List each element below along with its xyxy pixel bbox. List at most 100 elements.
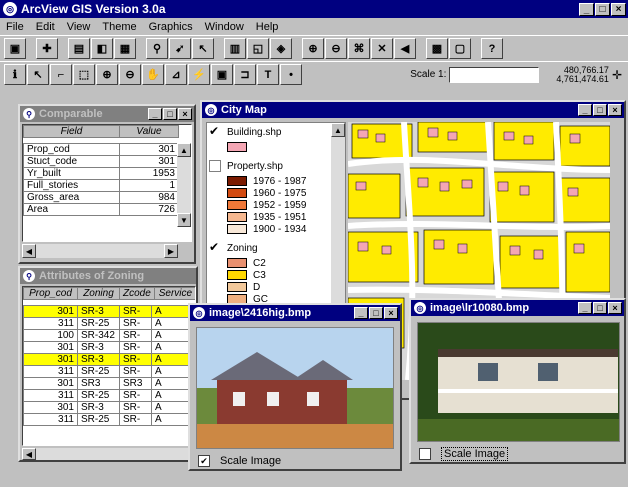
table-row[interactable]: 301 SR-3 SR- A <box>23 304 195 318</box>
checkmark-icon[interactable]: ✔ <box>209 125 221 138</box>
scroll-up-icon[interactable]: ▲ <box>331 123 345 137</box>
save-button[interactable]: ▣ <box>4 38 26 59</box>
select-feature-tool[interactable]: ⬚ <box>73 64 95 85</box>
table-row[interactable]: Prop_cod 301 <box>23 143 179 156</box>
checkmark-icon[interactable]: ✔ <box>209 241 221 254</box>
layout-button[interactable]: ▩ <box>426 38 448 59</box>
close-button[interactable]: × <box>611 2 626 16</box>
menu-help[interactable]: Help <box>256 21 279 33</box>
image2-minimize[interactable]: _ <box>578 302 592 314</box>
image2-maximize[interactable]: □ <box>593 302 607 314</box>
find-button[interactable]: ⚲ <box>146 38 168 59</box>
comparable-titlebar[interactable]: ⚲ Comparable _ □ × <box>20 106 194 122</box>
scale-image-checkbox-1[interactable]: ✔ <box>198 455 210 467</box>
zoom-previous-button[interactable]: ◀ <box>394 38 416 59</box>
pointer-tool[interactable]: ↖ <box>27 64 49 85</box>
label-tool[interactable]: ⊐ <box>234 64 256 85</box>
add-theme-button[interactable]: ✚ <box>36 38 58 59</box>
table-row[interactable]: 301 SR-3 SR- A <box>23 400 195 414</box>
clear-selection-button[interactable]: ✕ <box>371 38 393 59</box>
theme-zoning[interactable]: ✔ Zoning <box>207 239 345 257</box>
locate-button[interactable]: ➹ <box>169 38 191 59</box>
table-row[interactable]: 311 SR-25 SR- A <box>23 388 195 402</box>
edit-legend-button[interactable]: ◧ <box>91 38 113 59</box>
scale-image-checkbox-2[interactable] <box>419 448 431 460</box>
zoom-out-button[interactable]: ⊖ <box>325 38 347 59</box>
table-row[interactable]: 311 SR-25 SR- A <box>23 364 195 378</box>
image1-maximize[interactable]: □ <box>369 307 383 319</box>
col-field[interactable]: Field <box>23 125 120 138</box>
image1-close[interactable]: × <box>384 307 398 319</box>
menu-graphics[interactable]: Graphics <box>149 21 193 33</box>
table-row[interactable]: 301 SR3 SR3 A <box>23 376 195 390</box>
scale-input[interactable] <box>449 66 540 83</box>
city-map-minimize[interactable]: _ <box>578 104 592 116</box>
table-row[interactable]: Gross_area 984 <box>23 191 179 204</box>
table-search-icon: ⚲ <box>23 108 35 120</box>
table-row[interactable]: Yr_built 1953 <box>23 167 179 180</box>
scroll-left-icon[interactable]: ◀ <box>22 244 36 258</box>
zoom-active-button[interactable]: ◱ <box>247 38 269 59</box>
zoom-in-tool[interactable]: ⊕ <box>96 64 118 85</box>
frame-button[interactable]: ▢ <box>449 38 471 59</box>
image1-titlebar[interactable]: ◎ image\2416hig.bmp _ □ × <box>190 305 400 321</box>
image2-close[interactable]: × <box>608 302 622 314</box>
menu-file[interactable]: File <box>6 21 24 33</box>
comparable-close[interactable]: × <box>178 108 192 120</box>
zoning-titlebar[interactable]: ⚲ Attributes of Zoning <box>20 268 196 284</box>
area-of-interest-tool[interactable]: ▣ <box>211 64 233 85</box>
menu-edit[interactable]: Edit <box>36 21 55 33</box>
open-table-button[interactable]: ▦ <box>114 38 136 59</box>
zoom-out-tool[interactable]: ⊖ <box>119 64 141 85</box>
image1-minimize[interactable]: _ <box>354 307 368 319</box>
theme-properties-button[interactable]: ▤ <box>68 38 90 59</box>
select-features-button[interactable]: ⌘ <box>348 38 370 59</box>
image2-titlebar[interactable]: ◎ image\lr10080.bmp _ □ × <box>411 300 624 316</box>
table-row[interactable]: Full_stories 1 <box>23 179 179 192</box>
maximize-button[interactable]: □ <box>595 2 610 16</box>
scroll-right-icon[interactable]: ▶ <box>164 244 178 258</box>
scroll-up-icon[interactable]: ▲ <box>177 143 191 157</box>
vertex-edit-tool[interactable]: ⌐ <box>50 64 72 85</box>
table-row[interactable]: 311 SR-25 SR- A <box>23 316 195 330</box>
city-map-maximize[interactable]: □ <box>593 104 607 116</box>
table-row[interactable]: Stuct_code 301 <box>23 155 179 168</box>
table-row[interactable]: 301 SR-3 SR- A <box>23 340 195 354</box>
col-prop-cod[interactable]: Prop_cod <box>23 287 78 300</box>
city-map-close[interactable]: × <box>608 104 622 116</box>
table-row[interactable]: 100 SR-342 SR- A <box>23 328 195 342</box>
scroll-down-icon[interactable]: ▼ <box>177 213 191 227</box>
col-zcode[interactable]: Zcode <box>119 287 155 300</box>
draw-point-tool[interactable]: • <box>280 64 302 85</box>
col-value[interactable]: Value <box>119 125 179 138</box>
comparable-vscroll[interactable]: ▲ ▼ <box>177 143 191 227</box>
menu-view[interactable]: View <box>67 21 91 33</box>
theme-building[interactable]: ✔ Building.shp <box>207 123 345 141</box>
table-row[interactable]: 311 SR-25 SR- A <box>23 412 195 426</box>
col-service[interactable]: Service <box>153 287 195 300</box>
query-button[interactable]: ↖ <box>192 38 214 59</box>
pan-tool[interactable]: ✋ <box>142 64 164 85</box>
zoom-selected-button[interactable]: ◈ <box>270 38 292 59</box>
col-zoning[interactable]: Zoning <box>77 287 120 300</box>
zoning-hscroll[interactable]: ◀ <box>22 448 192 460</box>
measure-tool[interactable]: ⊿ <box>165 64 187 85</box>
identify-tool[interactable]: ℹ <box>4 64 26 85</box>
help-button[interactable]: ? <box>481 38 503 59</box>
theme-property[interactable]: Property.shp <box>207 157 345 175</box>
zoom-in-button[interactable]: ⊕ <box>302 38 324 59</box>
zoom-full-button[interactable]: ▥ <box>224 38 246 59</box>
menu-window[interactable]: Window <box>205 21 244 33</box>
minimize-button[interactable]: _ <box>579 2 594 16</box>
unchecked-box-icon[interactable] <box>209 160 221 172</box>
text-tool[interactable]: T <box>257 64 279 85</box>
city-map-titlebar[interactable]: ◎ City Map _ □ × <box>202 102 624 118</box>
table-row[interactable]: 301 SR-3 SR- A <box>23 352 195 366</box>
menu-theme[interactable]: Theme <box>102 21 136 33</box>
table-row[interactable]: Area 726 <box>23 203 179 216</box>
comparable-maximize[interactable]: □ <box>163 108 177 120</box>
scroll-left-icon[interactable]: ◀ <box>22 448 36 460</box>
comparable-hscroll[interactable]: ◀ ▶ <box>22 244 178 258</box>
hotlink-tool[interactable]: ⚡ <box>188 64 210 85</box>
comparable-minimize[interactable]: _ <box>148 108 162 120</box>
